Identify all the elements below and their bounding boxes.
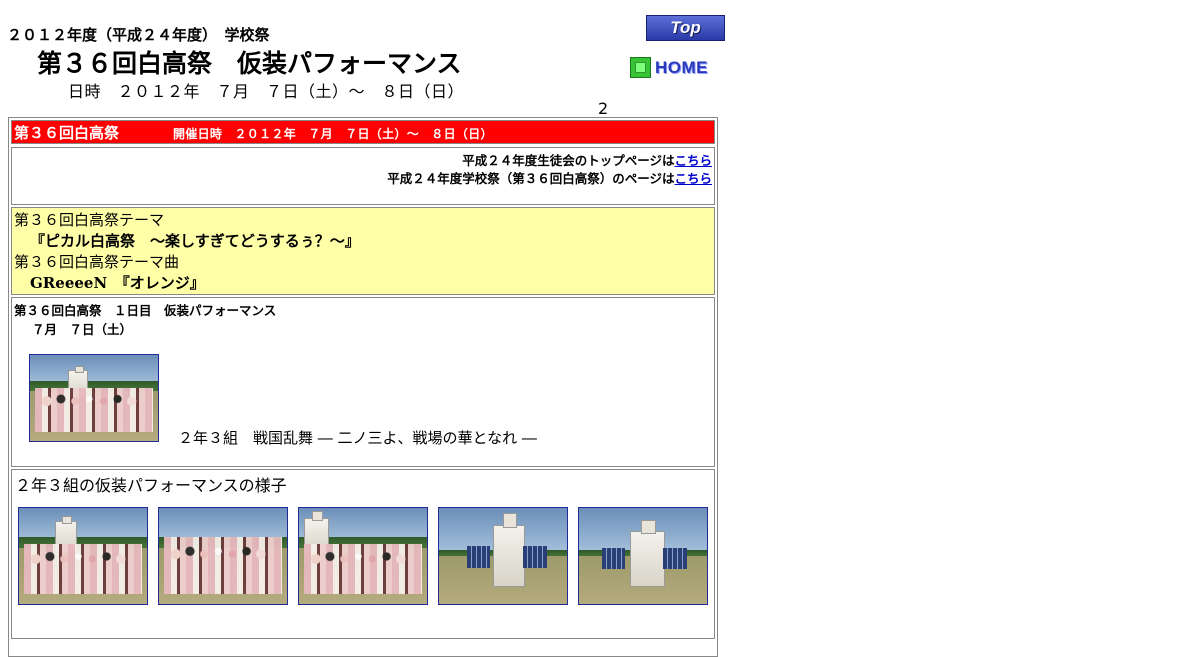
gallery-photo-3[interactable] [298, 507, 428, 605]
performance-caption: ２年３組 戦国乱舞 ― 二ノ三よ、戦場の華となれ ― [178, 429, 537, 447]
song-title: 『オレンジ』 [122, 274, 205, 292]
home-square-icon [630, 57, 651, 78]
year-heading: ２０１２年度（平成２４年度） 学校祭 [7, 26, 270, 44]
gallery-photo-4[interactable] [438, 507, 568, 605]
council-link-text: 平成２４年度生徒会のトップページは [462, 153, 675, 168]
song-label: 第３６回白高祭テーマ曲 [14, 253, 180, 271]
song-info: GReeeeN 『オレンジ』 [30, 272, 205, 293]
class-group-photo[interactable] [29, 354, 159, 442]
festival-banner: 第３６回白高祭 開催日時 ２０１２年 ７月 ７日（土）～ ８日（日） [11, 120, 715, 144]
council-top-link[interactable]: こちら [674, 153, 712, 168]
song-artist: GReeeeN [30, 274, 108, 292]
festival-name: 第３６回白高祭 [14, 124, 120, 142]
gallery-section: ２年３組の仮装パフォーマンスの様子 [11, 469, 715, 639]
festival-link-row: 平成２４年度学校祭（第３６回白高祭）のページはこちら [387, 168, 712, 187]
gallery-photo-5[interactable] [578, 507, 708, 605]
gallery-photo-1[interactable] [18, 507, 148, 605]
council-link-row: 平成２４年度生徒会のトップページはこちら [462, 150, 712, 169]
festival-page-link[interactable]: こちら [674, 171, 712, 186]
access-counter: 2 [598, 99, 609, 118]
theme-label: 第３６回白高祭テーマ [14, 211, 165, 229]
links-panel: 平成２４年度生徒会のトップページはこちら 平成２４年度学校祭（第３６回白高祭）の… [11, 147, 715, 205]
top-button[interactable]: Top [646, 15, 725, 41]
theme-value: 『ピカル白高祭 ～楽しすぎてどうするぅ？～』 [30, 232, 360, 250]
page-title: 第３６回白高祭 仮装パフォーマンス [37, 49, 462, 78]
day1-heading: 第３６回白高祭 １日目 仮装パフォーマンス [14, 303, 277, 318]
home-label: HOME [655, 58, 708, 77]
festival-link-text: 平成２４年度学校祭（第３６回白高祭）のページは [387, 171, 675, 186]
day1-section: 第３６回白高祭 １日目 仮装パフォーマンス ７月 ７日（土） ２年３組 戦国乱舞… [11, 297, 715, 467]
theme-panel: 第３６回白高祭テーマ 『ピカル白高祭 ～楽しすぎてどうするぅ？～』 第３６回白高… [11, 207, 715, 295]
home-button[interactable]: HOME [630, 57, 720, 78]
event-dates: 日時 ２０１２年 ７月 ７日（土）～ ８日（日） [68, 82, 465, 101]
festival-dates: 開催日時 ２０１２年 ７月 ７日（土）～ ８日（日） [173, 127, 493, 141]
gallery-photo-2[interactable] [158, 507, 288, 605]
day1-date: ７月 ７日（土） [32, 322, 133, 337]
gallery-title: ２年３組の仮装パフォーマンスの様子 [15, 476, 287, 495]
